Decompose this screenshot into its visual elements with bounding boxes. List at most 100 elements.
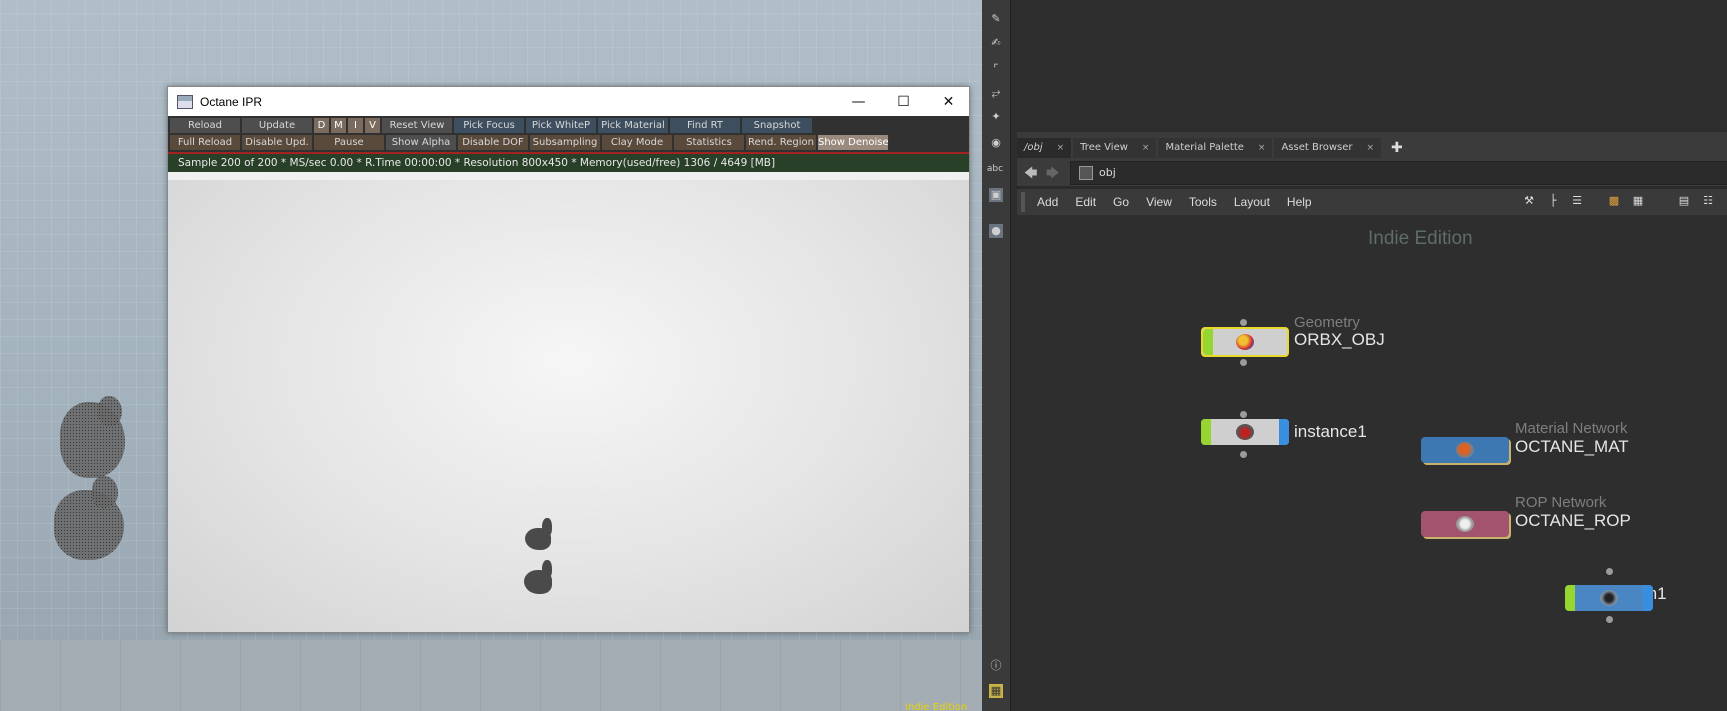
node-type-label: ROP Network [1515,494,1607,511]
back-arrow-icon[interactable]: 🡄 [1024,164,1037,186]
minimize-icon[interactable]: — [836,87,881,116]
camera-icon [1600,590,1618,606]
menu-add[interactable]: Add [1037,195,1058,209]
reload-button[interactable]: Reload [170,118,240,133]
tab-asset-browser[interactable]: Asset Browser × [1274,138,1382,158]
menu-layout[interactable]: Layout [1234,195,1270,209]
color-palette-icon[interactable]: ▩ [1607,194,1621,208]
output-connector[interactable] [1606,616,1613,623]
network-menubar: Add Edit Go View Tools Layout Help ⚒ ├ ☰… [1017,189,1727,215]
menubar-grip[interactable] [1021,192,1025,212]
grid-layout-icon[interactable]: ▦ [989,684,1003,698]
tab-tree-view[interactable]: Tree View × [1073,138,1157,158]
close-tab-icon[interactable]: × [1367,138,1375,158]
d-toggle-button[interactable]: D [314,118,329,133]
node-body[interactable] [1421,437,1509,463]
node-type-label: Geometry [1294,314,1360,331]
object-network-icon [1079,166,1093,180]
node-body[interactable] [1565,585,1653,611]
location-icon[interactable]: ● [989,224,1003,238]
viewport-watermark: Indie Edition [905,702,968,711]
current-path: obj [1099,166,1116,179]
text-tool-label[interactable]: abc [985,162,1005,176]
input-connector[interactable] [1606,568,1613,575]
maximize-icon[interactable]: ☐ [881,87,926,116]
input-connector[interactable] [1240,319,1247,326]
tab-obj[interactable]: /obj × [1017,138,1072,158]
forward-arrow-icon[interactable]: 🡆 [1046,164,1059,186]
instance-icon [1236,424,1254,440]
viewport-rabbit-top-ear [98,396,122,426]
ipr-titlebar[interactable]: Octane IPR — ☐ ✕ [168,87,969,116]
node-name-label: OCTANE_MAT [1515,437,1629,456]
full-reload-button[interactable]: Full Reload [170,135,240,150]
reset-view-button[interactable]: Reset View [382,118,452,133]
notes-icon[interactable]: ☷ [1701,194,1715,208]
disable-updates-button[interactable]: Disable Upd. [242,135,312,150]
display-options-icon[interactable]: ▣ [989,188,1003,202]
close-tab-icon[interactable]: × [1057,138,1065,158]
tab-label: /obj [1024,142,1043,153]
i-toggle-button[interactable]: I [348,118,363,133]
render-view[interactable] [168,180,969,632]
close-tab-icon[interactable]: × [1142,138,1150,158]
network-watermark: Indie Edition [1368,228,1473,249]
pause-button[interactable]: Pause [314,135,384,150]
shape-palette-icon[interactable]: ▦ [1631,194,1645,208]
render-region-button[interactable]: Rend. Region [746,135,816,150]
menu-view[interactable]: View [1146,195,1172,209]
menu-help[interactable]: Help [1287,195,1312,209]
record-icon[interactable]: ◉ [989,136,1003,150]
brush-icon[interactable]: ✎ [989,12,1003,26]
menu-edit[interactable]: Edit [1075,195,1096,209]
tree-layout-icon[interactable]: ├ [1546,194,1560,208]
menu-tools[interactable]: Tools [1189,195,1217,209]
output-connector[interactable] [1240,451,1247,458]
transform-icon[interactable]: ⥂ [989,86,1003,100]
disable-dof-button[interactable]: Disable DOF [458,135,528,150]
pin-icon[interactable]: ✦ [989,110,1003,124]
close-tab-icon[interactable]: × [1258,138,1266,158]
pick-material-button[interactable]: Pick Material [598,118,668,133]
snapshot-button[interactable]: Snapshot [742,118,812,133]
corner-icon[interactable]: ⌜ [989,62,1003,76]
tab-material-palette[interactable]: Material Palette × [1158,138,1273,158]
statistics-button[interactable]: Statistics [674,135,744,150]
display-flag[interactable] [1565,585,1575,611]
viewport-floor [0,640,982,711]
wrench-icon[interactable]: ⚒ [1522,194,1536,208]
output-connector[interactable] [1240,359,1247,366]
v-toggle-button[interactable]: V [365,118,380,133]
update-button[interactable]: Update [242,118,312,133]
render-status-bar: Sample 200 of 200 * MS/sec 0.00 * R.Time… [168,154,969,172]
pick-focus-button[interactable]: Pick Focus [454,118,524,133]
network-path-field[interactable]: obj [1070,161,1727,185]
add-tab-icon[interactable]: ✚ [1383,138,1411,158]
display-icon[interactable]: ▤ [1677,194,1691,208]
find-rt-button[interactable]: Find RT [670,118,740,133]
sculpt-icon[interactable]: ✍ [989,36,1003,50]
m-toggle-button[interactable]: M [331,118,346,133]
input-connector[interactable] [1240,411,1247,418]
close-icon[interactable]: ✕ [926,87,971,116]
rop-network-icon [1456,516,1474,532]
menu-go[interactable]: Go [1113,195,1129,209]
render-flag[interactable] [1279,419,1289,445]
node-body[interactable] [1421,511,1509,537]
network-editor[interactable]: Indie Edition Geometry ORBX_OBJ instance… [1017,215,1727,711]
subsampling-button[interactable]: Subsampling [530,135,600,150]
clay-mode-button[interactable]: Clay Mode [602,135,672,150]
pick-whitepoint-button[interactable]: Pick WhiteP [526,118,596,133]
ipr-toolbar: Reload Update D M I V Reset View Pick Fo… [168,116,969,152]
pane-tabs: /obj × Tree View × Material Palette × Asset… [1017,136,1727,158]
tab-label: Material Palette [1165,142,1244,153]
render-flag[interactable] [1643,585,1653,611]
info-icon[interactable]: ⓘ [989,659,1003,673]
node-body[interactable] [1201,327,1289,357]
node-body[interactable] [1201,419,1289,445]
display-flag[interactable] [1201,419,1211,445]
show-denoise-button[interactable]: Show Denoise [818,135,889,150]
list-icon[interactable]: ☰ [1570,194,1584,208]
display-flag[interactable] [1203,329,1213,355]
show-alpha-button[interactable]: Show Alpha [386,135,456,150]
